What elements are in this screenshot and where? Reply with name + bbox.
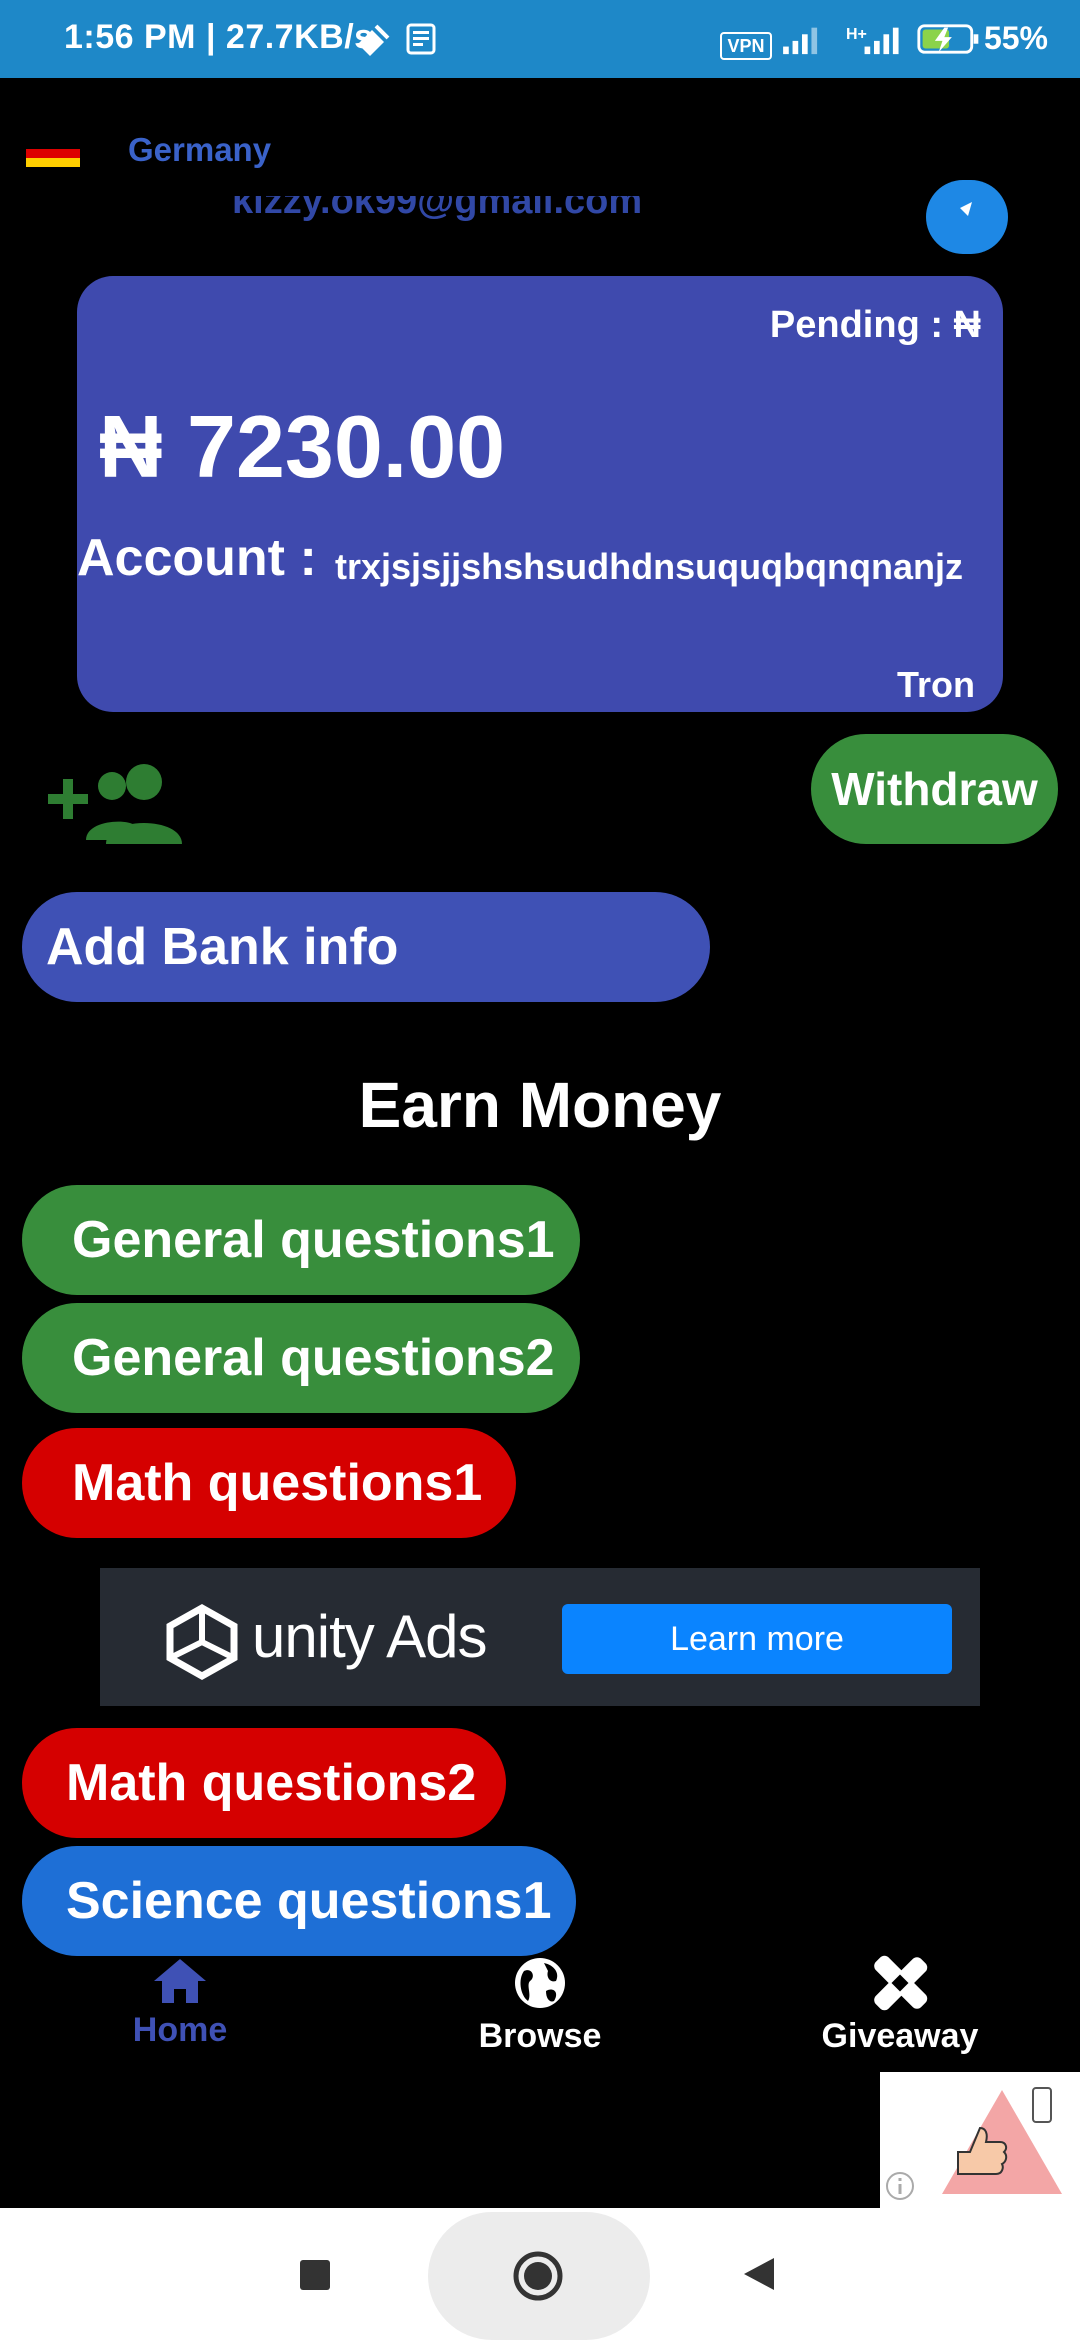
nav-home[interactable]: Home: [80, 1955, 280, 2050]
learn-more-button[interactable]: Learn more: [562, 1604, 952, 1674]
network-label: Tron: [897, 664, 975, 705]
general-questions-1-button[interactable]: General questions1: [22, 1185, 580, 1295]
math-questions-2-button[interactable]: Math questions2: [22, 1728, 506, 1838]
user-email: kizzy.ok99@gmail.com: [232, 196, 643, 222]
nav-giveaway[interactable]: Giveaway: [800, 1955, 1000, 2056]
signal-icon: [783, 27, 818, 55]
nav-browse[interactable]: Browse: [440, 1955, 640, 2056]
germany-flag-icon[interactable]: [26, 140, 80, 167]
home-icon: [154, 1959, 206, 2003]
satellite-dish-icon: [358, 24, 390, 56]
signal-2-icon: [864, 27, 899, 55]
science-questions-1-button[interactable]: Science questions1: [22, 1846, 576, 1956]
country-label[interactable]: Germany: [128, 131, 271, 169]
pending-balance: Pending : ₦: [769, 304, 981, 346]
add-user-icon[interactable]: [46, 760, 192, 844]
nav-giveaway-label: Giveaway: [821, 2017, 979, 2055]
add-bank-info-button[interactable]: Add Bank info: [22, 892, 710, 1002]
withdraw-button[interactable]: Withdraw: [811, 734, 1058, 844]
news-icon: [406, 23, 436, 55]
wallet-card: Pending : ₦ ₦ 7230.00 Account : trxjsjsj…: [77, 276, 1003, 712]
system-navigation-bar: [0, 2208, 1080, 2340]
status-bar: 1:56 PM | 27.7KB/s VPN H+ 55%: [0, 0, 1080, 78]
status-time: 1:56 PM | 27.7KB/s: [64, 18, 374, 56]
pencil-icon: [960, 202, 972, 216]
ad-brand: unity Ads: [252, 1603, 487, 1670]
unity-logo-icon: [166, 1603, 238, 1681]
vpn-badge: VPN: [720, 32, 772, 60]
balance-amount: ₦ 7230.00: [99, 397, 506, 496]
edit-button[interactable]: [926, 180, 1008, 254]
math-questions-1-button[interactable]: Math questions1: [22, 1428, 516, 1538]
thumbs-up-icon: [957, 2126, 1008, 2175]
earn-money-title: Earn Money: [358, 1069, 722, 1141]
battery-charging-icon: [917, 24, 979, 54]
account-value: trxjsjsjjshshsudhdnsuquqbqnqnanjz: [335, 546, 964, 587]
bottom-navigation: Home Browse Giveaway: [0, 1955, 1080, 2075]
ad-banner[interactable]: unity Ads Learn more: [100, 1568, 980, 1706]
nav-home-label: Home: [132, 2011, 228, 2049]
phone-icon: [1032, 2087, 1052, 2123]
home-circle-icon[interactable]: [512, 2250, 564, 2302]
battery-percent: 55%: [983, 20, 1048, 56]
nav-browse-label: Browse: [478, 2017, 602, 2055]
info-icon[interactable]: [884, 2170, 916, 2202]
recents-icon[interactable]: [298, 2258, 332, 2292]
account-label: Account :: [77, 529, 317, 587]
globe-icon: [515, 1958, 565, 2008]
bandage-icon: [874, 1955, 928, 2011]
floating-ad[interactable]: [880, 2072, 1080, 2208]
back-icon[interactable]: [740, 2254, 780, 2294]
general-questions-2-button[interactable]: General questions2: [22, 1303, 580, 1413]
